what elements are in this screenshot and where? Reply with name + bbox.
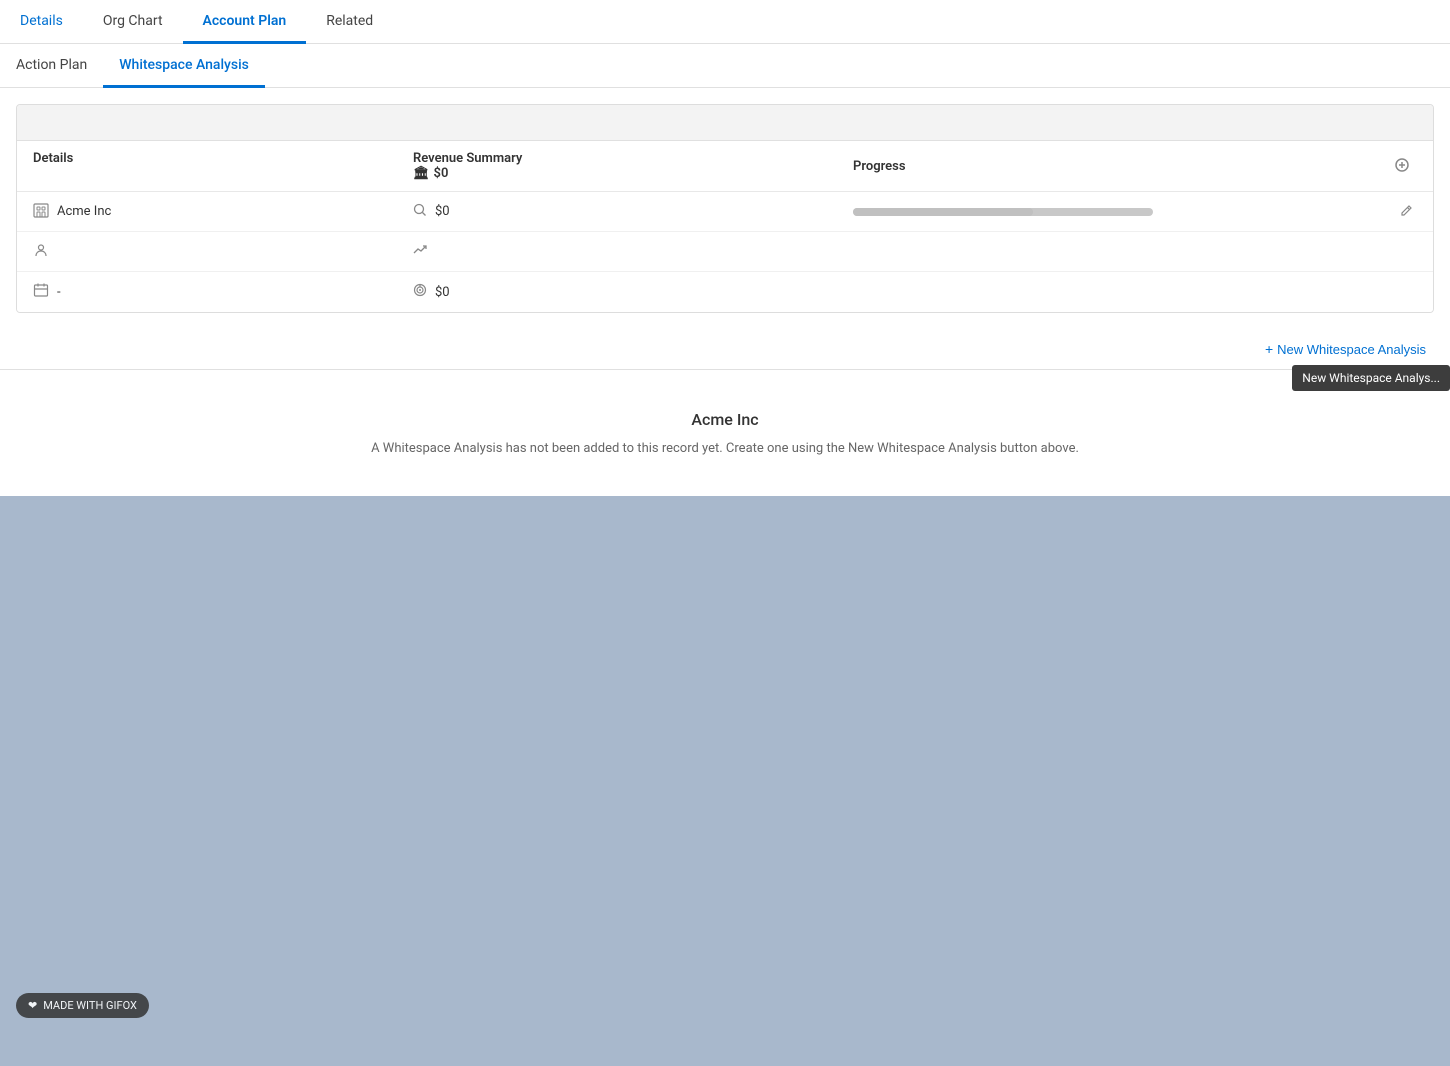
cell-details-2 bbox=[17, 242, 397, 262]
tab-account-plan[interactable]: Account Plan bbox=[183, 0, 307, 44]
tab-org-chart[interactable]: Org Chart bbox=[83, 0, 183, 44]
cell-details-1: Acme Inc bbox=[17, 202, 397, 222]
tab-action-plan[interactable]: Action Plan bbox=[16, 44, 103, 88]
tab-details[interactable]: Details bbox=[0, 0, 83, 44]
watermark-icon: ❤ bbox=[28, 999, 37, 1012]
revenue-amount-header: 🏛 $0 bbox=[413, 166, 448, 181]
tab-whitespace-analysis[interactable]: Whitespace Analysis bbox=[103, 44, 265, 88]
col-header-details: Details bbox=[17, 151, 397, 181]
cell-details-3: - bbox=[17, 282, 397, 302]
empty-title: Acme Inc bbox=[16, 410, 1434, 429]
table-row: - $0 bbox=[17, 272, 1433, 312]
col-header-revenue: Revenue Summary 🏛 $0 bbox=[397, 151, 837, 181]
tooltip: New Whitespace Analys... bbox=[1292, 365, 1450, 391]
table-row bbox=[17, 232, 1433, 272]
top-navigation: Details Org Chart Account Plan Related bbox=[0, 0, 1450, 44]
trending-icon bbox=[413, 243, 427, 261]
person-icon bbox=[33, 242, 49, 262]
cell-revenue-2 bbox=[397, 243, 837, 261]
cell-revenue-1: $0 bbox=[397, 203, 837, 221]
new-analysis-bar: + New Whitespace Analysis New Whitespace… bbox=[0, 329, 1450, 370]
edit-icon-btn-1[interactable] bbox=[1396, 202, 1417, 222]
progress-fill-1 bbox=[853, 208, 1033, 216]
sub-tabs: Action Plan Whitespace Analysis bbox=[0, 44, 1450, 88]
revenue-summary-label: Revenue Summary bbox=[413, 151, 522, 166]
table-section: Details Revenue Summary 🏛 $0 Progress bbox=[17, 141, 1433, 312]
revenue-value-3: $0 bbox=[435, 285, 450, 300]
watermark: ❤ MADE WITH GIFOX bbox=[16, 993, 149, 1018]
calendar-icon bbox=[33, 282, 49, 302]
table-row: Acme Inc $0 bbox=[17, 192, 1433, 232]
revenue-value-1: $0 bbox=[435, 204, 450, 219]
target-icon bbox=[413, 283, 427, 301]
progress-track-1 bbox=[853, 208, 1153, 216]
new-whitespace-analysis-button[interactable]: + New Whitespace Analysis bbox=[1257, 337, 1434, 361]
building-icon bbox=[33, 202, 49, 222]
cell-revenue-3: $0 bbox=[397, 283, 837, 301]
empty-state: Acme Inc A Whitespace Analysis has not b… bbox=[0, 370, 1450, 496]
main-content: Action Plan Whitespace Analysis Details … bbox=[0, 44, 1450, 496]
calendar-value: - bbox=[57, 285, 61, 300]
account-name: Acme Inc bbox=[57, 204, 111, 219]
tab-related[interactable]: Related bbox=[306, 0, 393, 44]
empty-message: A Whitespace Analysis has not been added… bbox=[16, 441, 1434, 456]
whitespace-card: Details Revenue Summary 🏛 $0 Progress bbox=[16, 104, 1434, 313]
search-icon bbox=[413, 203, 427, 221]
card-header-bar bbox=[17, 105, 1433, 141]
bank-icon: 🏛 bbox=[413, 166, 430, 181]
plus-icon: + bbox=[1265, 341, 1273, 357]
expand-icon-btn[interactable] bbox=[1391, 156, 1413, 177]
background-area bbox=[0, 496, 1450, 1066]
table-header-row: Details Revenue Summary 🏛 $0 Progress bbox=[17, 141, 1433, 192]
cell-progress-1 bbox=[837, 208, 1433, 216]
col-header-progress: Progress bbox=[837, 151, 1433, 181]
